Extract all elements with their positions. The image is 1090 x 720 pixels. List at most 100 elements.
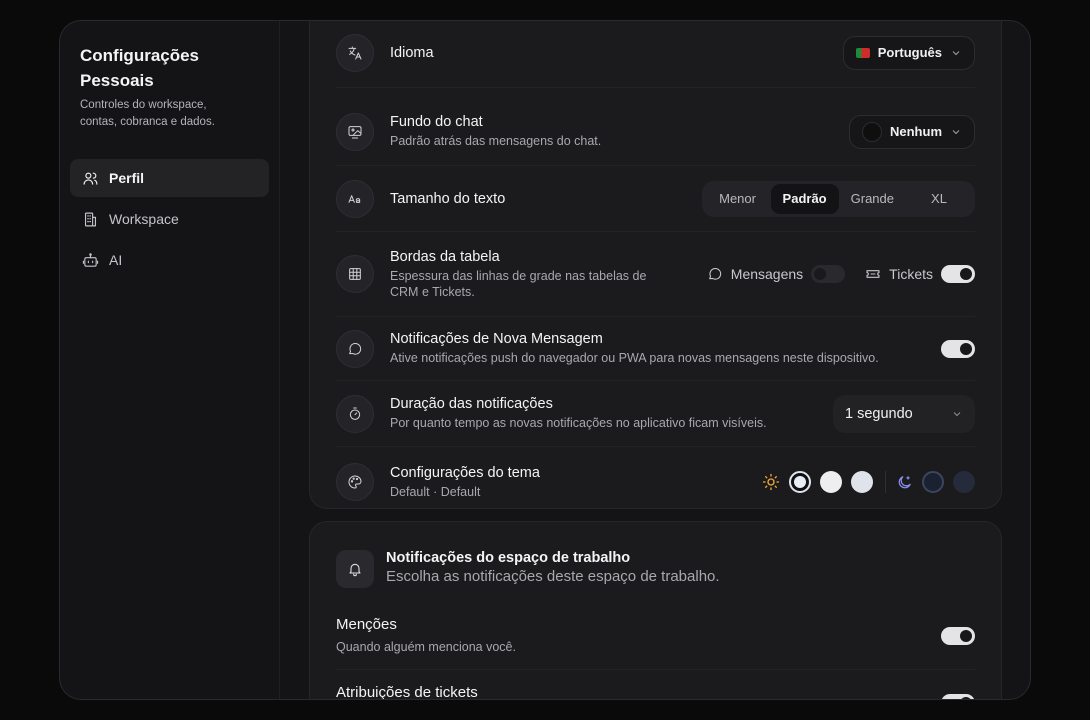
icon-wrapper [336, 179, 374, 218]
messages-label: Mensagens [730, 266, 804, 282]
dark-theme-swatch-1[interactable] [922, 471, 944, 493]
new-message-notifications-row: Notificações de Nova Mensagem Ative noti… [336, 317, 975, 381]
light-theme-swatch-3[interactable] [851, 471, 873, 493]
toggle-knob [814, 268, 827, 280]
theme-divider [885, 471, 886, 493]
toggle-knob [960, 342, 972, 355]
ticket-icon [866, 270, 880, 278]
light-theme-swatch-1-fill [794, 476, 806, 488]
text-size-option-grande[interactable]: Grande [839, 184, 906, 214]
row-desc: Padrão atrás das mensagens do chat. [390, 134, 602, 148]
notification-duration-select[interactable]: 1 segundo [833, 394, 975, 433]
row-desc: Espessura das linhas de grade nas tabela… [390, 268, 707, 300]
bell-icon [349, 563, 361, 577]
sidebar-title-line2: Pessoais [80, 71, 154, 90]
text-size-option-menor[interactable]: Menor [705, 184, 771, 214]
text-size-row: Tamanho do texto Menor Padrão Grande XL [336, 166, 975, 232]
main-content: Idioma Português Fundo do chat Padrão at… [282, 21, 1030, 699]
chat-background-row: Fundo do chat Padrão atrás das mensagens… [336, 98, 975, 166]
language-select[interactable]: Português [842, 35, 975, 70]
icon-wrapper [336, 33, 374, 72]
row-title: Notificações de Nova Mensagem [390, 331, 603, 347]
icon-wrapper [336, 112, 374, 151]
text-size-option-xl[interactable]: XL [906, 184, 972, 214]
toggle-knob [960, 629, 972, 642]
chevron-down-icon [953, 411, 961, 416]
card-desc: Escolha as notificações deste espaço de … [386, 568, 720, 585]
portugal-flag-icon [855, 47, 870, 58]
sidebar-title: Configurações Pessoais [70, 43, 269, 93]
message-circle-icon [708, 268, 721, 280]
icon-wrapper [336, 255, 374, 293]
light-theme-swatch-1[interactable] [789, 471, 811, 493]
tickets-border-toggle[interactable] [941, 265, 975, 283]
chat-background-value: Nenhum [890, 124, 942, 139]
text-size-icon [348, 194, 361, 203]
language-row: Idioma Português [336, 21, 975, 88]
timer-icon [349, 407, 361, 420]
theme-swatches [762, 471, 975, 493]
sidebar-item-perfil[interactable]: Perfil [70, 159, 269, 197]
grid-icon [349, 268, 361, 280]
light-theme-swatch-2[interactable] [820, 471, 842, 493]
text-size-option-padrao[interactable]: Padrão [770, 183, 839, 214]
dark-theme-swatch-2[interactable] [953, 471, 975, 493]
notification-duration-row: Duração das notificações Por quanto temp… [336, 381, 975, 447]
mentions-row: Menções Quando alguém menciona você. [336, 602, 975, 670]
row-title: Menções [336, 616, 397, 633]
row-desc-line1: Espessura das linhas de grade nas tabela… [390, 268, 647, 283]
workspace-notifications-card: Notificações do espaço de trabalho Escol… [309, 521, 1002, 699]
ticket-assignments-row: Atribuições de tickets [336, 684, 975, 699]
chevron-down-icon [952, 50, 960, 55]
row-desc: Quando alguém menciona você. [336, 640, 516, 654]
sidebar-subtitle-line2: contas, cobranca e dados. [80, 116, 215, 128]
icon-wrapper [336, 329, 374, 368]
row-title: Atribuições de tickets [336, 684, 478, 699]
bot-icon [82, 252, 99, 267]
background-swatch [862, 121, 882, 142]
sidebar-nav: Perfil Workspace AI [70, 159, 269, 279]
sidebar-item-label: Perfil [109, 170, 145, 186]
tickets-border-option: Tickets [865, 265, 975, 283]
row-title: Configurações do tema [390, 464, 540, 481]
sidebar: Configurações Pessoais Controles do work… [60, 21, 280, 699]
ticket-assignments-toggle[interactable] [941, 694, 975, 699]
icon-wrapper [336, 394, 374, 433]
message-circle-icon [349, 342, 362, 355]
sidebar-subtitle: Controles do workspace, contas, cobranca… [70, 93, 269, 131]
notification-duration-value: 1 segundo [845, 405, 913, 422]
row-desc: Por quanto tempo as novas notificações n… [390, 416, 767, 430]
messages-border-option: Mensagens [707, 265, 846, 283]
row-title: Idioma [390, 44, 434, 61]
table-borders-row: Bordas da tabela Espessura das linhas de… [336, 232, 975, 317]
chat-background-select[interactable]: Nenhum [849, 114, 975, 149]
image-icon [348, 125, 362, 138]
toggle-knob [960, 697, 972, 699]
sun-icon [762, 473, 780, 491]
icon-wrapper [336, 463, 374, 501]
settings-window: Configurações Pessoais Controles do work… [59, 20, 1031, 700]
row-title: Bordas da tabela [390, 248, 500, 265]
messages-border-toggle[interactable] [811, 265, 846, 283]
workspace-notifications-header: Notificações do espaço de trabalho Escol… [336, 550, 720, 588]
building-icon [84, 212, 97, 226]
row-desc-line2: CRM e Tickets. [390, 284, 475, 299]
palette-icon [348, 475, 362, 489]
moon-icon [898, 475, 911, 488]
row-title: Tamanho do texto [390, 190, 506, 207]
row-title: Fundo do chat [390, 114, 483, 130]
translate-icon [348, 46, 362, 59]
sidebar-item-workspace[interactable]: Workspace [70, 200, 269, 238]
card-title: Notificações do espaço de trabalho [386, 550, 631, 566]
sidebar-title-line1: Configurações [80, 46, 200, 65]
toggle-knob [960, 268, 972, 280]
mentions-toggle[interactable] [941, 626, 975, 645]
row-title: Duração das notificações [390, 396, 553, 412]
new-message-notifications-toggle[interactable] [941, 339, 975, 358]
chevron-down-icon [952, 129, 960, 134]
sidebar-item-ai[interactable]: AI [70, 241, 269, 279]
text-size-segmented: Menor Padrão Grande XL [701, 180, 975, 217]
language-value: Português [877, 45, 942, 60]
users-icon [83, 172, 98, 185]
icon-wrapper [336, 550, 374, 588]
